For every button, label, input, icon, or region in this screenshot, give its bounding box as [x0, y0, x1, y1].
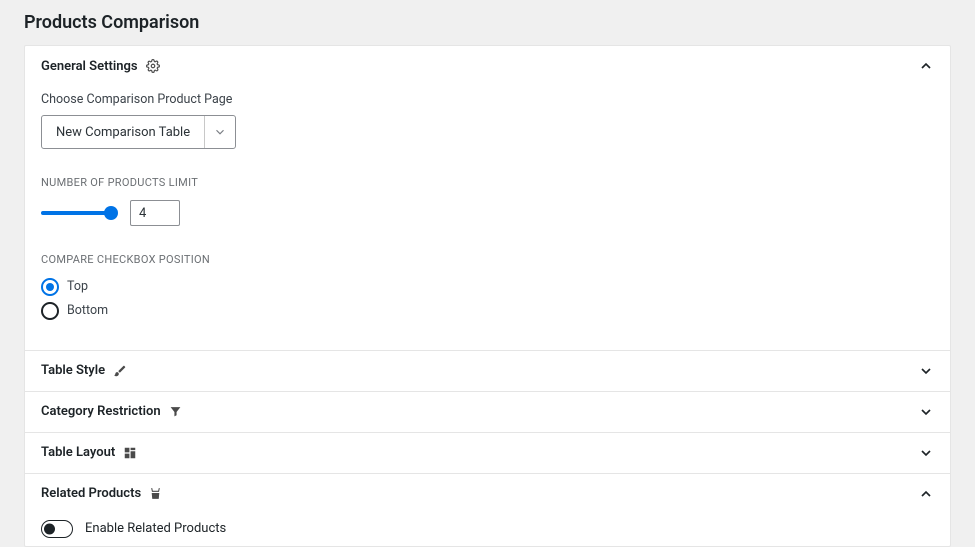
- radio-bottom[interactable]: Bottom: [41, 302, 934, 320]
- section-header-table-style[interactable]: Table Style: [25, 351, 950, 391]
- section-table-style: Table Style: [25, 351, 950, 392]
- section-header-category-restriction[interactable]: Category Restriction: [25, 392, 950, 432]
- brush-icon: [113, 364, 127, 378]
- comparison-page-select[interactable]: New Comparison Table: [41, 115, 236, 149]
- limit-label: NUMBER OF PRODUCTS LIMIT: [41, 175, 221, 190]
- products-limit-input[interactable]: 4: [130, 200, 180, 226]
- enable-related-toggle[interactable]: [41, 520, 73, 538]
- toggle-knob: [44, 523, 55, 534]
- section-header-table-layout[interactable]: Table Layout: [25, 433, 950, 473]
- section-title-related-products: Related Products: [41, 486, 141, 501]
- chevron-up-icon: [918, 58, 934, 74]
- chevron-down-icon: [918, 445, 934, 461]
- section-header-general[interactable]: General Settings: [25, 46, 950, 86]
- slider-thumb: [104, 206, 118, 220]
- products-limit-slider[interactable]: [41, 205, 116, 221]
- section-title-table-layout: Table Layout: [41, 445, 115, 460]
- choose-page-label: Choose Comparison Product Page: [41, 92, 934, 107]
- chevron-down-icon: [918, 363, 934, 379]
- radio-top[interactable]: Top: [41, 278, 934, 296]
- section-title-general: General Settings: [41, 59, 138, 74]
- gear-icon: [146, 59, 160, 73]
- section-body-general: Choose Comparison Product Page New Compa…: [25, 86, 950, 350]
- chevron-up-icon: [918, 486, 934, 502]
- bag-icon: [149, 487, 162, 500]
- radio-label-top: Top: [67, 279, 88, 294]
- filter-icon: [169, 405, 182, 418]
- section-category-restriction: Category Restriction: [25, 392, 950, 433]
- section-general-settings: General Settings Choose Comparison Produ…: [25, 46, 950, 351]
- select-value: New Comparison Table: [42, 116, 204, 148]
- page-title: Products Comparison: [24, 12, 951, 33]
- section-body-related-products: Enable Related Products: [25, 514, 950, 546]
- section-header-related-products[interactable]: Related Products: [25, 474, 950, 514]
- radio-icon-unchecked: [41, 302, 59, 320]
- section-title-table-style: Table Style: [41, 363, 105, 378]
- settings-panel: General Settings Choose Comparison Produ…: [24, 45, 951, 547]
- chevron-down-icon: [205, 116, 235, 148]
- section-table-layout: Table Layout: [25, 433, 950, 474]
- layout-icon: [123, 446, 137, 460]
- radio-icon-checked: [41, 278, 59, 296]
- chevron-down-icon: [918, 404, 934, 420]
- radio-label-bottom: Bottom: [67, 303, 108, 318]
- section-title-category-restriction: Category Restriction: [41, 404, 161, 419]
- section-related-products: Related Products Enable Related Products: [25, 474, 950, 546]
- checkbox-position-label: COMPARE CHECKBOX POSITION: [41, 252, 221, 267]
- enable-related-label: Enable Related Products: [85, 521, 226, 536]
